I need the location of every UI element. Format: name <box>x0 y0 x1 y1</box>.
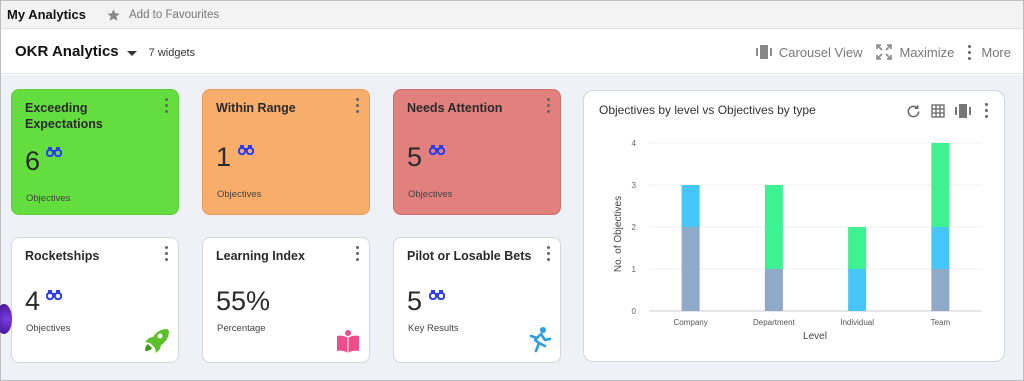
carousel-view-label: Carousel View <box>778 44 863 60</box>
refresh-icon[interactable] <box>906 104 921 119</box>
kebab-menu-icon <box>968 44 972 63</box>
x-tick-label: Team <box>931 318 951 327</box>
widget-within-range[interactable]: Within Range 1 Objectives <box>202 89 370 215</box>
kebab-menu-icon[interactable] <box>165 98 169 116</box>
carousel-icon <box>755 45 772 59</box>
binoculars-icon[interactable] <box>46 289 62 300</box>
widget-exceeding-expectations[interactable]: Exceeding Expectations 6 Objectives <box>11 89 179 215</box>
add-to-favourites-button[interactable]: Add to Favourites <box>106 8 219 22</box>
widget-count: 7 widgets <box>148 46 196 59</box>
x-tick-label: Individual <box>840 318 874 327</box>
kebab-menu-icon[interactable] <box>547 246 551 264</box>
widget-subtitle: Objectives <box>26 193 71 204</box>
x-tick-label: Department <box>753 318 796 327</box>
top-bar: My Analytics Add to Favourites <box>1 1 1023 29</box>
widget-subtitle: Percentage <box>217 323 266 334</box>
bar-segment <box>848 227 867 269</box>
bar-segment <box>764 185 783 269</box>
widget-title: Pilot or Losable Bets <box>407 249 532 263</box>
bar-segment <box>848 269 867 311</box>
widget-subtitle: Objectives <box>26 323 71 334</box>
y-tick-label: 4 <box>632 139 637 148</box>
maximize-label: Maximize <box>899 44 955 60</box>
y-tick-label: 1 <box>632 265 637 274</box>
widget-title: Rocketships <box>25 249 100 263</box>
table-icon[interactable] <box>931 104 945 118</box>
dashboard-content: Exceeding Expectations 6 Objectives With… <box>0 75 1023 380</box>
x-axis-label: Level <box>803 331 827 342</box>
binoculars-icon[interactable] <box>46 146 62 157</box>
dashboard-header: OKR Analytics 7 widgets Carousel View Ma… <box>1 30 1023 74</box>
add-to-favourites-label: Add to Favourites <box>129 8 220 21</box>
kebab-menu-icon[interactable] <box>547 98 551 116</box>
kebab-menu-icon[interactable] <box>356 98 360 116</box>
x-axis-ticks: Company Department Individual Team <box>674 318 951 327</box>
widget-value: 5 <box>407 142 423 172</box>
y-tick-label: 2 <box>632 223 637 232</box>
y-tick-label: 0 <box>632 307 637 316</box>
app-title: My Analytics <box>7 7 86 22</box>
bar-segment <box>764 269 783 311</box>
binoculars-icon[interactable] <box>429 144 445 155</box>
book-icon <box>337 330 359 353</box>
widget-value: 6 <box>25 146 41 176</box>
widget-rocketships[interactable]: Rocketships 4 Objectives <box>11 237 179 363</box>
widget-title: Exceeding Expectations <box>25 101 103 131</box>
rocket-icon <box>145 329 169 353</box>
chart-widget[interactable]: Objectives by level vs Objectives by typ… <box>583 90 1005 362</box>
y-axis-label: No. of Objectives <box>613 196 624 272</box>
widget-pilot-or-losable-bets[interactable]: Pilot or Losable Bets 5 Key Results <box>393 237 561 363</box>
y-tick-label: 3 <box>632 181 637 190</box>
bar-segment <box>681 185 700 227</box>
chart-title: Objectives by level vs Objectives by typ… <box>599 103 816 117</box>
bar-segment <box>931 269 950 311</box>
widget-subtitle: Key Results <box>408 323 459 334</box>
expand-icon <box>876 44 893 60</box>
bar-segment <box>681 227 700 311</box>
kebab-menu-icon[interactable] <box>165 246 169 264</box>
widget-subtitle: Objectives <box>408 189 453 200</box>
star-icon <box>107 8 120 21</box>
widget-value: 1 <box>216 142 232 172</box>
kebab-menu-icon[interactable] <box>985 103 988 121</box>
kebab-menu-icon[interactable] <box>356 246 360 264</box>
chevron-down-icon[interactable] <box>126 50 137 56</box>
widget-needs-attention[interactable]: Needs Attention 5 Objectives <box>393 89 561 215</box>
stacked-bar-chart: 0 1 2 3 4 Company Department Individual Team Le… <box>613 139 982 342</box>
dashboard-title[interactable]: OKR Analytics <box>15 43 119 60</box>
bar-segment <box>931 227 950 269</box>
binoculars-icon[interactable] <box>429 289 445 300</box>
bar-segment <box>931 143 950 227</box>
widget-title: Learning Index <box>216 249 305 263</box>
more-label: More <box>981 44 1011 60</box>
widget-value: 4 <box>25 286 41 316</box>
widget-value: 5 <box>407 286 423 316</box>
widget-subtitle: Objectives <box>217 189 262 200</box>
widget-learning-index[interactable]: Learning Index 55% Percentage <box>202 237 370 363</box>
more-button[interactable]: More <box>968 42 1011 63</box>
carousel-view-button[interactable]: Carousel View <box>755 44 863 60</box>
x-tick-label: Company <box>674 318 708 327</box>
y-axis-ticks: 0 1 2 3 4 <box>632 139 637 316</box>
widget-title: Needs Attention <box>407 101 503 115</box>
binoculars-icon[interactable] <box>238 144 254 155</box>
falling-person-icon <box>529 327 552 353</box>
widget-value: 55% <box>216 286 271 316</box>
widget-title: Within Range <box>216 101 296 115</box>
carousel-icon[interactable] <box>955 104 971 118</box>
maximize-button[interactable]: Maximize <box>876 44 954 60</box>
